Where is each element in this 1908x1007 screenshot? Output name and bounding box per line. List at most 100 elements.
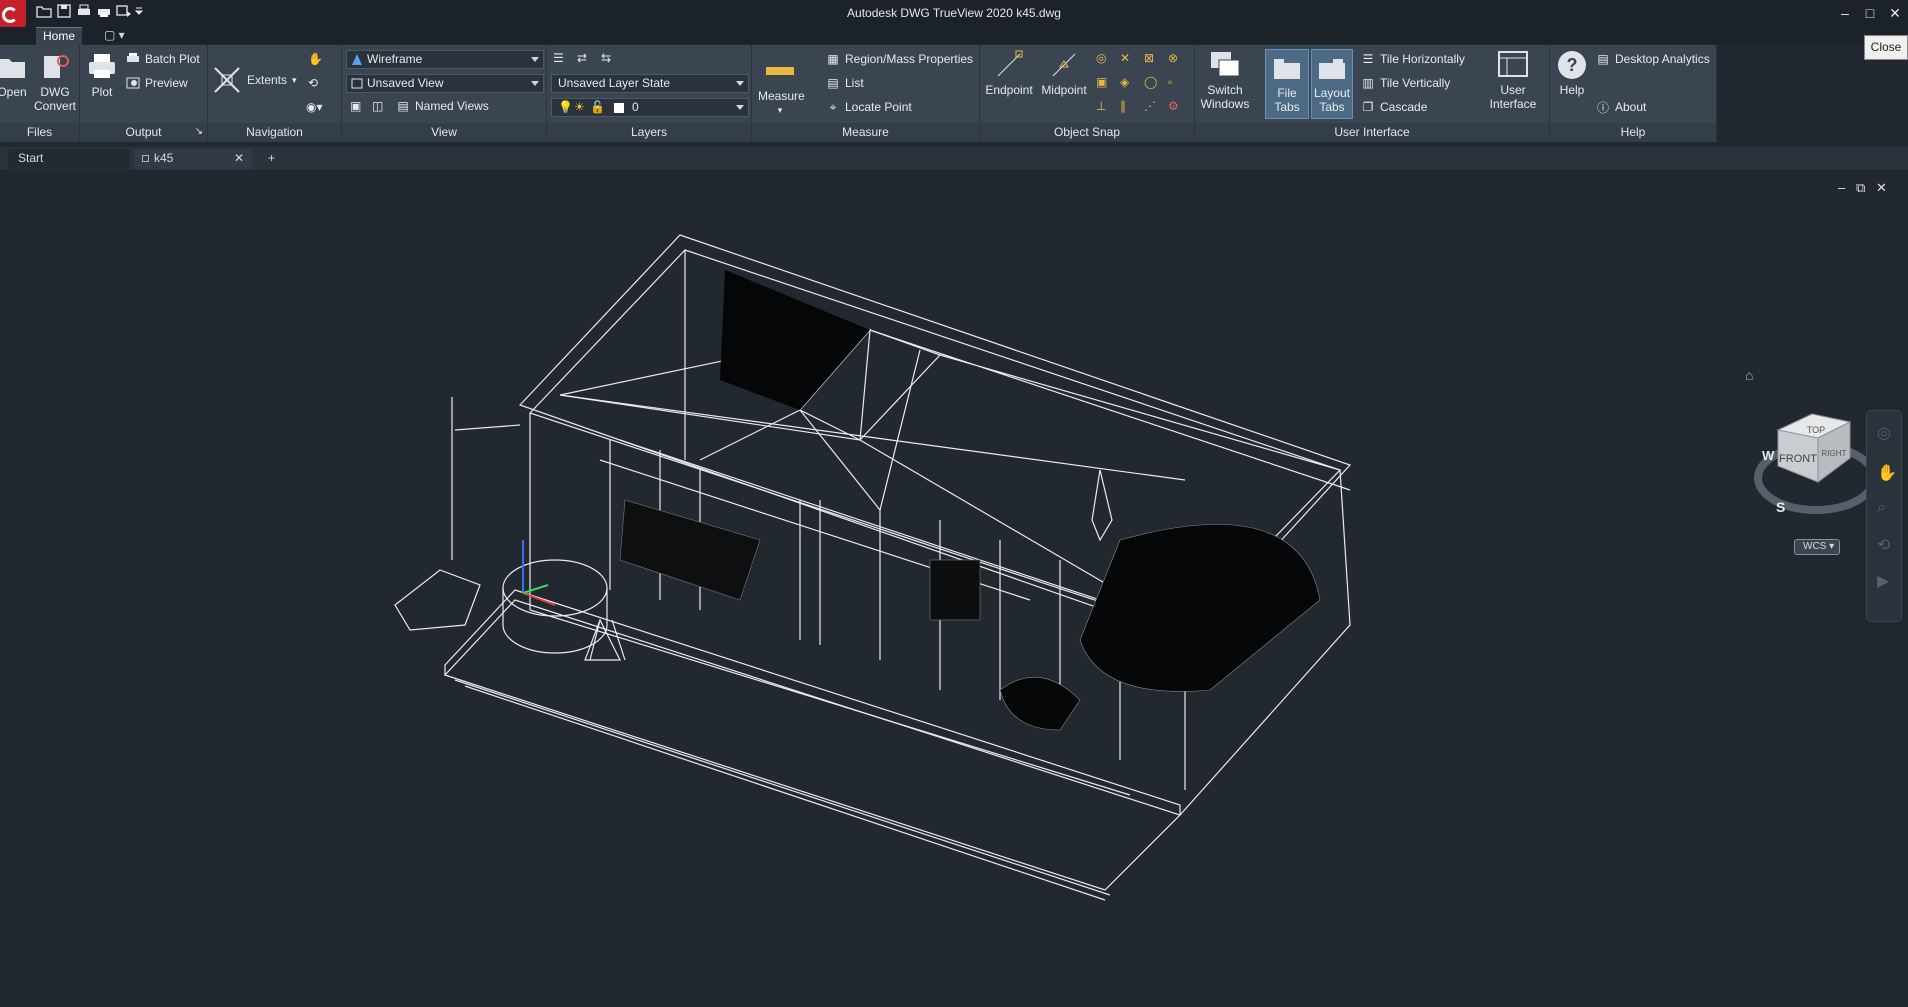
drawing-viewport[interactable]: – ⧉ ✕ ⌂ TOP FRONT RIGHT W S WCS ▾ ◎ ✋ ⌕ … — [0, 172, 1908, 1007]
files-panel: Open DWG Convert Files — [0, 45, 80, 142]
view-panel-title: View — [342, 123, 546, 142]
new-tab-button[interactable]: + — [262, 149, 284, 169]
ruler-icon — [764, 55, 796, 87]
list-icon: ▤ — [827, 76, 839, 90]
tangent-snap-icon[interactable]: ◯ — [1144, 75, 1157, 89]
layout-tabs-toggle[interactable]: Layout Tabs — [1311, 49, 1353, 119]
layer-properties-icon[interactable]: ☰ — [553, 51, 564, 65]
layers-panel: ☰ ⇄ ⇆ Unsaved Layer State 💡 ☀ 🔓 0 Layers — [547, 45, 752, 142]
nearest-snap-icon[interactable]: ▫ — [1168, 75, 1172, 89]
cascade-button[interactable]: ❐ Cascade — [1361, 100, 1428, 114]
named-views-button[interactable]: ▤ Named Views — [396, 99, 488, 113]
midpoint-button[interactable]: Midpoint — [1038, 49, 1090, 97]
visual-style-dropdown[interactable]: Wireframe — [346, 50, 544, 69]
layer-dropdown[interactable]: 💡 ☀ 🔓 0 — [551, 98, 749, 117]
about-button[interactable]: ⓘ About — [1596, 100, 1646, 115]
file-tab-bar — [0, 147, 1908, 170]
user-interface-button[interactable]: User Interface — [1485, 49, 1541, 111]
object-snap-panel: Endpoint Midpoint ◎ ✕ ⊠ ⊗ ▣ ◈ ◯ ▫ ⊥ ∥ ⋰ … — [980, 45, 1195, 142]
switch-windows-button[interactable]: Switch Windows — [1197, 49, 1253, 111]
visual-style-icon — [350, 53, 364, 66]
file-tab-k45[interactable]: k45 ✕ — [134, 149, 252, 169]
compass-s[interactable]: S — [1776, 499, 1785, 515]
extents-dropdown-icon[interactable]: ▾ — [292, 75, 297, 86]
file-tab-close-icon[interactable]: ✕ — [234, 149, 244, 168]
nav-zoom-icon[interactable]: ⌕ — [1877, 499, 1886, 517]
drawing-icon — [142, 155, 149, 162]
tab-extra[interactable]: ▢ ▾ — [104, 28, 134, 42]
plot-button[interactable]: Plot — [84, 51, 120, 99]
measure-button[interactable]: Measure ▾ — [758, 55, 805, 117]
measure-panel-title: Measure — [752, 123, 979, 142]
showmotion-icon[interactable]: ◉▾ — [306, 100, 323, 114]
close-button[interactable]: ✕ — [1883, 2, 1907, 24]
output-panel: Plot Batch Plot Preview Output ↘ — [80, 45, 208, 142]
locate-point-button[interactable]: ⌖ Locate Point — [826, 99, 912, 115]
layer-unisolate-icon[interactable]: ⇆ — [601, 51, 611, 65]
sun-icon: ☀ — [574, 100, 585, 114]
lightbulb-icon: 💡 — [558, 100, 573, 114]
user-interface-panel-title: User Interface — [1195, 123, 1549, 142]
svg-text:?: ? — [1567, 55, 1578, 75]
tile-horizontally-button[interactable]: ☰ Tile Horizontally — [1361, 52, 1465, 66]
desktop-analytics-button[interactable]: ▤ Desktop Analytics — [1596, 52, 1709, 66]
batch-plot-icon — [126, 52, 140, 66]
zoom-extents-icon — [212, 65, 242, 95]
viewcube-top[interactable]: TOP — [1807, 425, 1825, 435]
nav-showmotion-icon[interactable]: ▶ — [1877, 571, 1889, 591]
node-snap-icon[interactable]: ⊗ — [1168, 51, 1178, 65]
nav-orbit-icon[interactable]: ⟲ — [1877, 535, 1890, 555]
view-cube-toggle-icon[interactable]: ▣ — [350, 99, 361, 113]
help-button[interactable]: ? Help — [1552, 49, 1592, 97]
output-launcher-icon[interactable]: ↘ — [195, 123, 203, 141]
layer-state-dropdown[interactable]: Unsaved Layer State — [551, 74, 749, 93]
insertion-snap-icon[interactable]: ▣ — [1096, 75, 1107, 89]
extension-snap-icon[interactable]: ⋰ — [1144, 99, 1156, 113]
intersection-snap-icon[interactable]: ✕ — [1120, 51, 1130, 65]
region-mass-button[interactable]: ▦ Region/Mass Properties — [826, 52, 973, 66]
layers-panel-title: Layers — [547, 123, 751, 142]
tile-vertically-button[interactable]: ▥ Tile Vertically — [1361, 76, 1450, 90]
file-tab-start[interactable]: Start — [8, 149, 130, 169]
open-button[interactable]: Open — [0, 51, 30, 99]
measure-dropdown-icon[interactable]: ▾ — [758, 103, 802, 117]
orbit-icon[interactable]: ⟲ — [308, 76, 318, 90]
measure-panel: Measure ▾ ▦ Region/Mass Properties ▤ List … — [752, 45, 980, 142]
endpoint-button[interactable]: Endpoint — [984, 49, 1034, 97]
layer-iso-icon[interactable]: ⇄ — [577, 51, 587, 65]
maximize-button[interactable]: □ — [1858, 2, 1882, 24]
minimize-button[interactable]: – — [1833, 2, 1857, 24]
help-panel: ? Help ▤ Desktop Analytics ⓘ About Help — [1550, 45, 1717, 142]
parallel-snap-icon[interactable]: ∥ — [1120, 99, 1126, 113]
layer-color-swatch — [614, 103, 624, 113]
wireframe-model — [394, 234, 1352, 901]
pan-icon[interactable]: ✋ — [308, 52, 323, 66]
apparent-intersection-icon[interactable]: ⊠ — [1144, 51, 1154, 65]
nav-pan-icon[interactable]: ✋ — [1877, 463, 1897, 483]
center-snap-icon[interactable]: ◎ — [1096, 51, 1106, 65]
dwg-convert-button[interactable]: DWG Convert — [34, 51, 76, 113]
quadrant-snap-icon[interactable]: ◈ — [1120, 75, 1129, 89]
named-view-dropdown[interactable]: Unsaved View — [346, 74, 544, 93]
perpendicular-snap-icon[interactable]: ⊥ — [1096, 99, 1106, 113]
locate-point-icon: ⌖ — [829, 99, 837, 114]
navigation-panel: Extents ▾ ✋ ⟲ ◉▾ Navigation — [208, 45, 342, 142]
list-button[interactable]: ▤ List — [826, 76, 863, 90]
named-views-icon: ▤ — [397, 99, 409, 113]
view-panel: Wireframe Unsaved View ▣ ◫ ▤ Named Views … — [342, 45, 547, 142]
window-title: Autodesk DWG TrueView 2020 k45.dwg — [847, 6, 1061, 20]
extents-button[interactable]: Extents ▾ — [212, 65, 297, 95]
viewcube-right[interactable]: RIGHT — [1822, 449, 1847, 458]
preview-button[interactable]: Preview — [126, 76, 188, 90]
wcs-menu[interactable]: WCS ▾ — [1794, 539, 1840, 555]
nav-bar-toggle-icon[interactable]: ◫ — [372, 99, 383, 113]
compass-w[interactable]: W — [1762, 448, 1775, 463]
steering-wheel-icon[interactable]: ◎ — [1877, 423, 1891, 443]
viewcube-front[interactable]: FRONT — [1779, 453, 1817, 465]
snap-settings-icon[interactable]: ⚙ — [1168, 99, 1179, 113]
home-icon[interactable]: ⌂ — [1745, 367, 1759, 383]
output-panel-title: Output ↘ — [80, 123, 207, 142]
batch-plot-button[interactable]: Batch Plot — [126, 52, 200, 66]
tab-home[interactable]: Home — [36, 27, 82, 45]
file-tabs-toggle[interactable]: File Tabs — [1265, 49, 1309, 119]
